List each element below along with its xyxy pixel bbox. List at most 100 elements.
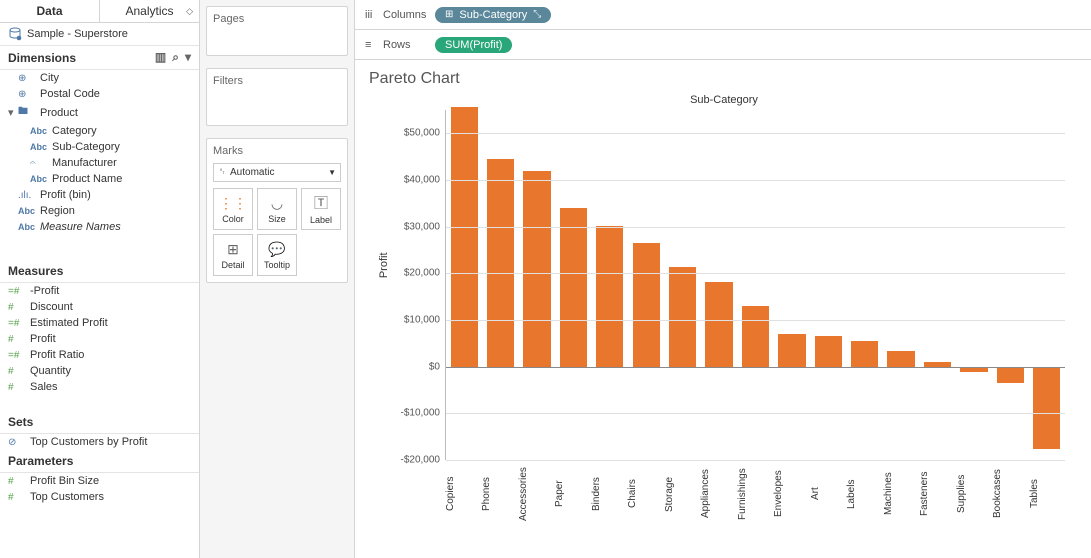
bar[interactable]	[669, 267, 696, 366]
dimension-field[interactable]: .ılı.Profit (bin)	[0, 187, 199, 203]
color-card[interactable]: ⋮⋮Color	[213, 188, 253, 230]
filters-shelf[interactable]: Filters	[206, 68, 348, 126]
cards-pane: Pages Filters Marks ␋ Automatic ▼ ⋮⋮Colo…	[200, 0, 355, 558]
bar[interactable]	[596, 226, 623, 367]
bar[interactable]	[851, 341, 878, 367]
parameter-field[interactable]: #Top Customers	[0, 489, 199, 505]
dimension-field[interactable]: ⊕City	[0, 70, 199, 86]
viz-canvas: Pareto Chart Sub-Category Profit -$20,00…	[355, 60, 1091, 558]
bar[interactable]	[523, 171, 550, 367]
size-icon: ◡	[271, 195, 283, 212]
bar[interactable]	[560, 208, 587, 367]
x-tick-label: Tables	[1029, 460, 1065, 532]
measure-field[interactable]: =#-Profit	[0, 283, 199, 299]
parameters-list: #Profit Bin Size#Top Customers	[0, 473, 199, 505]
bar[interactable]	[705, 282, 732, 366]
bar-slot	[883, 110, 919, 460]
x-tick-label: Bookcases	[992, 460, 1028, 532]
dimension-field[interactable]: AbcMeasure Names	[0, 219, 199, 235]
tab-analytics[interactable]: Analytics◇	[100, 0, 199, 22]
bar-mark-icon: ␋	[218, 167, 226, 178]
bar[interactable]	[887, 351, 914, 367]
measure-field[interactable]: =#Profit Ratio	[0, 347, 199, 363]
rows-shelf[interactable]: ≡Rows SUM(Profit)	[355, 30, 1091, 60]
gridline	[446, 133, 1065, 134]
pages-label: Pages	[213, 13, 341, 25]
bar[interactable]	[633, 243, 660, 367]
mark-type-value: Automatic	[230, 167, 274, 178]
marks-label: Marks	[213, 145, 341, 157]
label-card[interactable]: 🅃Label	[301, 188, 341, 230]
sort-desc-icon: ⤡	[533, 9, 541, 20]
x-tick-label: Furnishings	[737, 460, 773, 532]
sheet-title[interactable]: Pareto Chart	[369, 70, 1081, 88]
bar-slot	[446, 110, 482, 460]
pages-shelf[interactable]: Pages	[206, 6, 348, 56]
dimension-field[interactable]: ⊕Postal Code	[0, 86, 199, 102]
parameter-field[interactable]: #Profit Bin Size	[0, 473, 199, 489]
bar-slot	[555, 110, 591, 460]
x-tick-label: Binders	[591, 460, 627, 532]
measure-field[interactable]: #Profit	[0, 331, 199, 347]
mark-type-dropdown[interactable]: ␋ Automatic ▼	[213, 163, 341, 182]
y-axis-label: Profit	[378, 252, 390, 278]
bar[interactable]	[487, 159, 514, 367]
gridline	[446, 180, 1065, 181]
measure-field[interactable]: #Sales	[0, 379, 199, 395]
columns-shelf[interactable]: iiiColumns ⊞ Sub-Category ⤡	[355, 0, 1091, 30]
dimension-field[interactable]: AbcCategory	[0, 123, 199, 139]
menu-icon[interactable]: ▾	[185, 50, 191, 65]
measure-field[interactable]: =#Estimated Profit	[0, 315, 199, 331]
tooltip-card[interactable]: 💬Tooltip	[257, 234, 297, 276]
tab-data[interactable]: Data	[0, 0, 100, 22]
parameters-header: Parameters	[0, 450, 199, 473]
bar[interactable]	[1033, 367, 1060, 450]
bar-slot	[919, 110, 955, 460]
x-tick-label: Accessories	[518, 460, 554, 532]
bar-slot	[810, 110, 846, 460]
datasource-row[interactable]: Sample - Superstore	[0, 23, 199, 46]
dimension-field[interactable]: AbcProduct Name	[0, 171, 199, 187]
marks-shelf: Marks ␋ Automatic ▼ ⋮⋮Color ◡Size 🅃Label…	[206, 138, 348, 283]
dimension-field[interactable]: ▾🖿Product	[0, 102, 199, 123]
y-tick-label: $40,000	[404, 175, 446, 186]
measure-field[interactable]: #Quantity	[0, 363, 199, 379]
x-tick-label: Machines	[883, 460, 919, 532]
x-tick-label: Labels	[846, 460, 882, 532]
gridline	[446, 227, 1065, 228]
measure-field[interactable]: #Discount	[0, 299, 199, 315]
x-tick-label: Chairs	[627, 460, 663, 532]
bar[interactable]	[451, 107, 478, 366]
set-field[interactable]: ⊘Top Customers by Profit	[0, 434, 199, 450]
search-icon[interactable]: ⌕	[172, 50, 179, 65]
worksheet-pane: iiiColumns ⊞ Sub-Category ⤡ ≡Rows SUM(Pr…	[355, 0, 1091, 558]
y-tick-label: $0	[429, 361, 446, 372]
x-tick-label: Paper	[554, 460, 590, 532]
x-tick-label: Copiers	[445, 460, 481, 532]
x-tick-label: Fasteners	[919, 460, 955, 532]
chart-plot[interactable]: Profit -$20,000-$10,000$0$10,000$20,000$…	[445, 110, 1065, 460]
sets-list: ⊘Top Customers by Profit	[0, 434, 199, 450]
dimension-field[interactable]: AbcSub-Category	[0, 139, 199, 155]
column-header: Sub-Category	[369, 94, 1079, 106]
gridline	[446, 367, 1065, 368]
rows-pill-sum-profit[interactable]: SUM(Profit)	[435, 37, 512, 53]
bar[interactable]	[778, 334, 805, 367]
datasource-name: Sample - Superstore	[27, 28, 128, 40]
bar-slot	[482, 110, 518, 460]
bar[interactable]	[815, 336, 842, 366]
y-tick-label: $10,000	[404, 315, 446, 326]
y-tick-label: $20,000	[404, 268, 446, 279]
x-tick-label: Appliances	[700, 460, 736, 532]
detail-card[interactable]: ⊞Detail	[213, 234, 253, 276]
size-card[interactable]: ◡Size	[257, 188, 297, 230]
bar-slot	[737, 110, 773, 460]
columns-pill-subcategory[interactable]: ⊞ Sub-Category ⤡	[435, 7, 551, 23]
view-icon[interactable]: ▥	[155, 50, 166, 65]
dimension-field[interactable]: 𝄐Manufacturer	[0, 155, 199, 171]
color-icon: ⋮⋮	[219, 195, 247, 212]
dimension-field[interactable]: AbcRegion	[0, 203, 199, 219]
bar[interactable]	[742, 306, 769, 367]
bar[interactable]	[997, 367, 1024, 383]
filters-label: Filters	[213, 75, 341, 87]
